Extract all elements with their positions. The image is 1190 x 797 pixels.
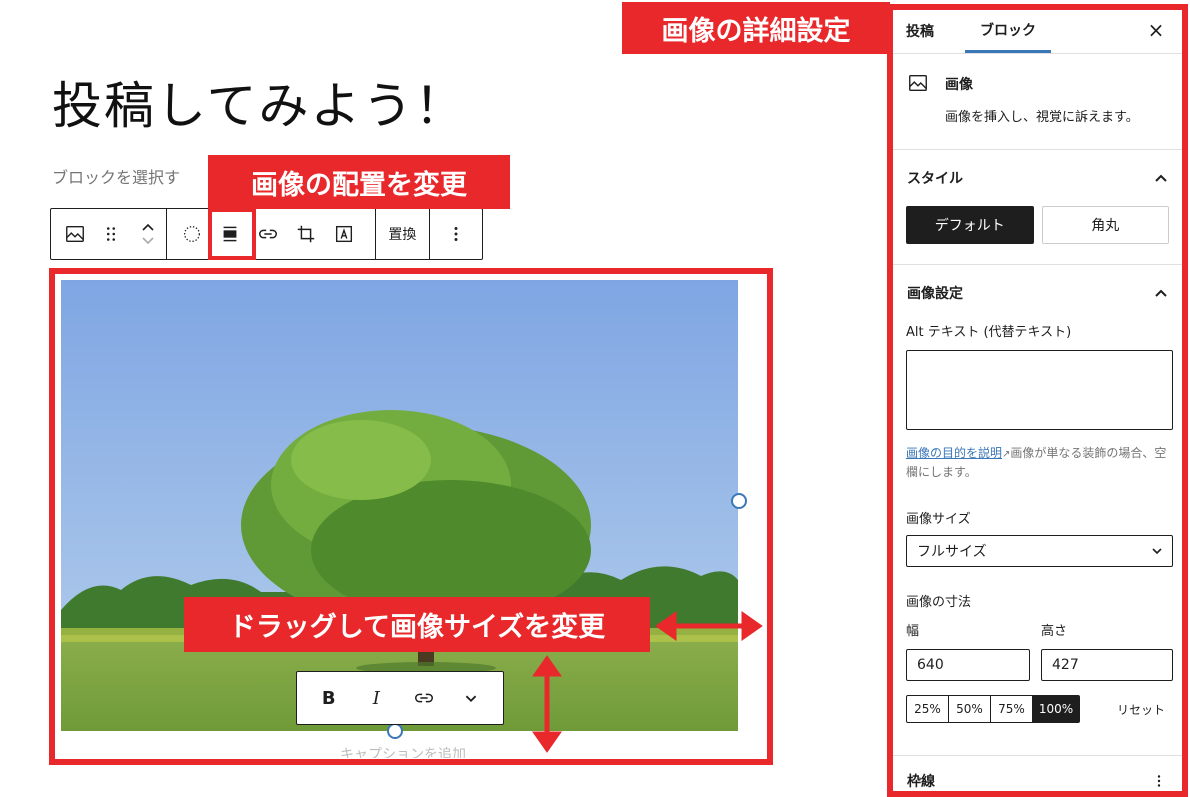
block-card-title: 画像 [945, 77, 973, 93]
chevron-up-icon [1155, 174, 1167, 182]
image-size-select[interactable]: フルサイズ [906, 535, 1173, 568]
border-heading: 枠線 [907, 773, 935, 790]
image-block-icon[interactable] [57, 209, 93, 259]
duotone-icon[interactable] [173, 209, 211, 259]
tree-landscape-image[interactable] [61, 280, 738, 731]
caption-link-icon[interactable] [406, 680, 442, 716]
block-card-description: 画像を挿入し、視覚に訴えます。 [945, 110, 1139, 125]
more-options-icon[interactable] [437, 209, 475, 259]
style-options: デフォルト 角丸 [893, 206, 1182, 265]
text-overlay-icon[interactable] [325, 209, 363, 259]
tab-post[interactable]: 投稿 [893, 10, 951, 53]
reset-button[interactable]: リセット [1117, 701, 1165, 718]
toolbar-replace-group: 置換 [376, 209, 431, 259]
settings-annotation-label: 画像の詳細設定 [622, 2, 890, 54]
image-dimensions-label: 画像の寸法 [906, 595, 972, 611]
block-card: 画像 画像を挿入し、視覚に訴えます。 [893, 54, 1182, 150]
image-settings-panel-toggle[interactable]: 画像設定 [893, 265, 1182, 321]
align-icon[interactable] [211, 209, 249, 259]
link-icon[interactable] [249, 209, 287, 259]
chevron-up-icon [1155, 289, 1167, 297]
alt-help-text: 画像の目的を説明↗画像が単なる装飾の場合、空欄にします。 [906, 444, 1169, 482]
toolbar-image-group [167, 209, 377, 259]
replace-button[interactable]: 置換 [376, 209, 428, 259]
percent-25-button[interactable]: 25% [907, 696, 949, 723]
caption-placeholder[interactable]: キャプションを追加 [340, 744, 466, 758]
image-size-label: 画像サイズ [906, 512, 971, 528]
style-rounded-button[interactable]: 角丸 [1041, 206, 1169, 244]
sidebar-tabs: 投稿 ブロック × [893, 10, 1182, 54]
height-label: 高さ [1041, 624, 1068, 640]
percent-100-button[interactable]: 100% [1033, 696, 1079, 723]
chevron-down-icon [1152, 548, 1162, 555]
resize-annotation-label: ドラッグして画像サイズを変更 [184, 597, 650, 652]
alt-help-link[interactable]: 画像の目的を説明 [906, 446, 1002, 460]
tab-block[interactable]: ブロック [965, 10, 1051, 53]
width-label: 幅 [906, 624, 920, 640]
bold-button[interactable]: B [311, 680, 347, 716]
drag-handle-icon[interactable] [93, 209, 129, 259]
image-icon [907, 72, 929, 129]
post-title[interactable]: 投稿してみよう！ [52, 66, 467, 138]
move-down-icon[interactable] [139, 234, 157, 248]
height-input[interactable]: 427 [1041, 649, 1173, 682]
crop-icon[interactable] [287, 209, 325, 259]
italic-button[interactable]: I [358, 680, 394, 716]
block-toolbar: 置換 [50, 208, 483, 260]
resize-handle-bottom[interactable] [387, 723, 403, 739]
size-percent-buttons: 25% 50% 75% 100% [906, 695, 1080, 724]
alt-text-label: Alt テキスト (代替テキスト) [906, 325, 1072, 340]
block-hint-text: ブロックを選択す [52, 168, 181, 187]
caption-format-toolbar: B I [296, 671, 504, 725]
more-options-icon[interactable] [1150, 772, 1168, 790]
image-settings-heading: 画像設定 [907, 286, 963, 302]
style-default-button[interactable]: デフォルト [906, 206, 1034, 244]
image-size-value: フルサイズ [917, 544, 987, 561]
width-input[interactable]: 640 [906, 649, 1030, 682]
styles-panel-toggle[interactable]: スタイル [893, 150, 1182, 206]
percent-75-button[interactable]: 75% [991, 696, 1033, 723]
move-up-icon[interactable] [139, 220, 157, 234]
border-panel-toggle[interactable]: 枠線 [893, 755, 1182, 797]
settings-sidebar: 投稿 ブロック × 画像 画像を挿入し、視覚に訴えます。 スタイル デフォルト … [893, 10, 1182, 797]
move-up-down-control [130, 209, 166, 259]
dimension-fields: 幅 640 高さ 427 [906, 620, 1173, 682]
percent-50-button[interactable]: 50% [949, 696, 991, 723]
styles-heading: スタイル [907, 171, 963, 187]
size-percent-row: 25% 50% 75% 100% リセット [906, 695, 1169, 724]
toolbar-block-group [51, 209, 167, 259]
toolbar-options-group [430, 209, 482, 259]
close-icon[interactable]: × [1144, 18, 1168, 42]
resize-handle-right[interactable] [731, 493, 747, 509]
align-annotation-label: 画像の配置を変更 [208, 155, 510, 209]
alt-text-field[interactable] [906, 350, 1173, 430]
image-settings-panel: Alt テキスト (代替テキスト) 画像の目的を説明↗画像が単なる装飾の場合、空… [893, 321, 1182, 724]
more-format-chevron-icon[interactable] [453, 680, 489, 716]
